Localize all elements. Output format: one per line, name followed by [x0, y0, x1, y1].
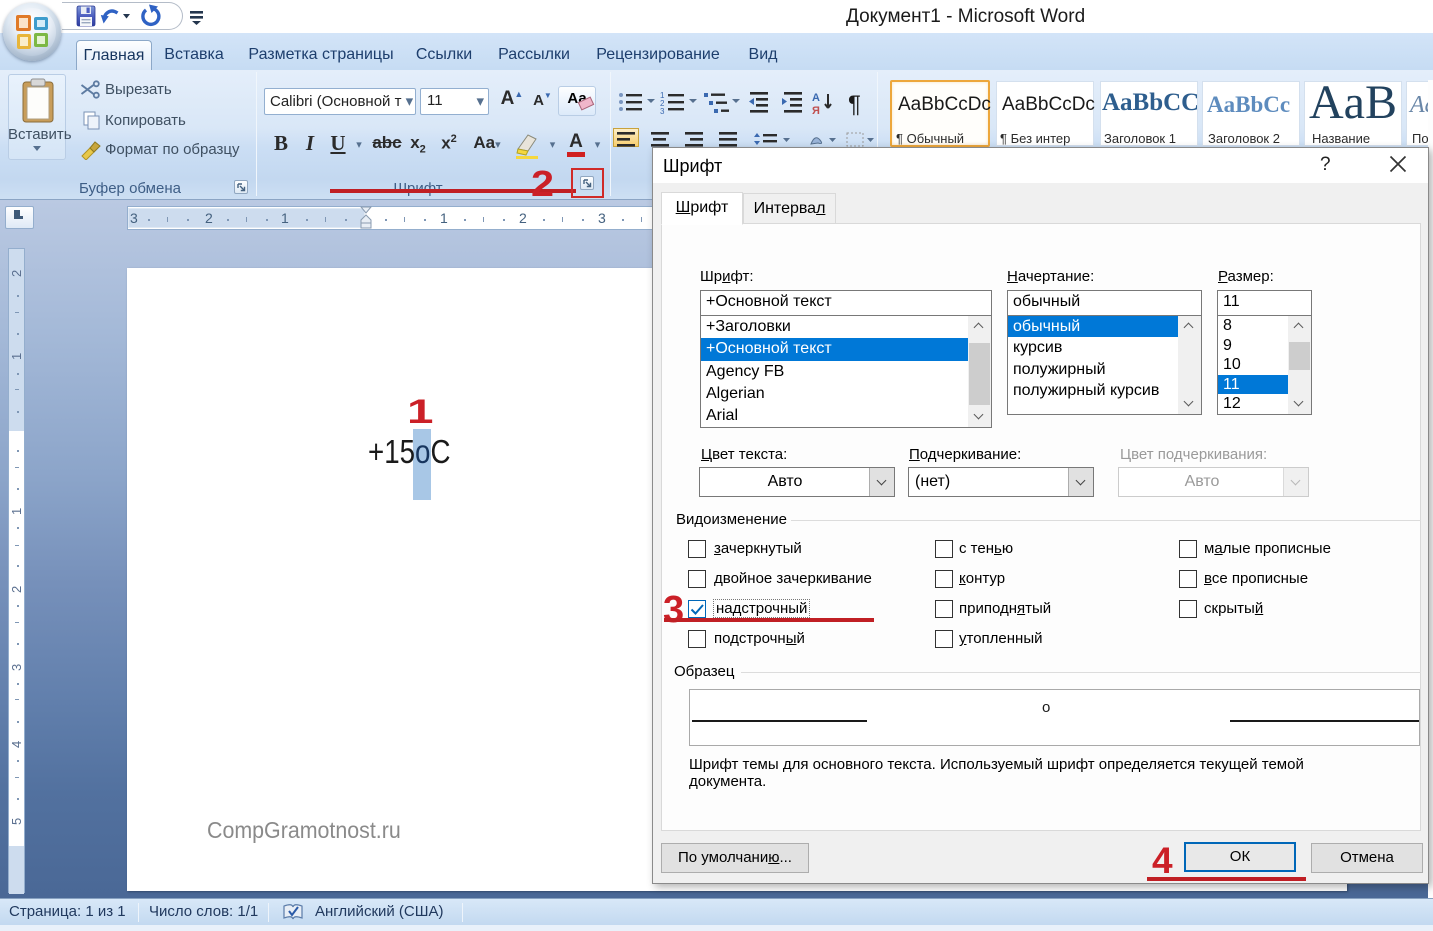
svg-text:А: А — [812, 92, 820, 104]
svg-text:Я: Я — [812, 105, 820, 117]
svg-text:3: 3 — [660, 107, 665, 116]
svg-text:¶: ¶ — [848, 91, 861, 118]
